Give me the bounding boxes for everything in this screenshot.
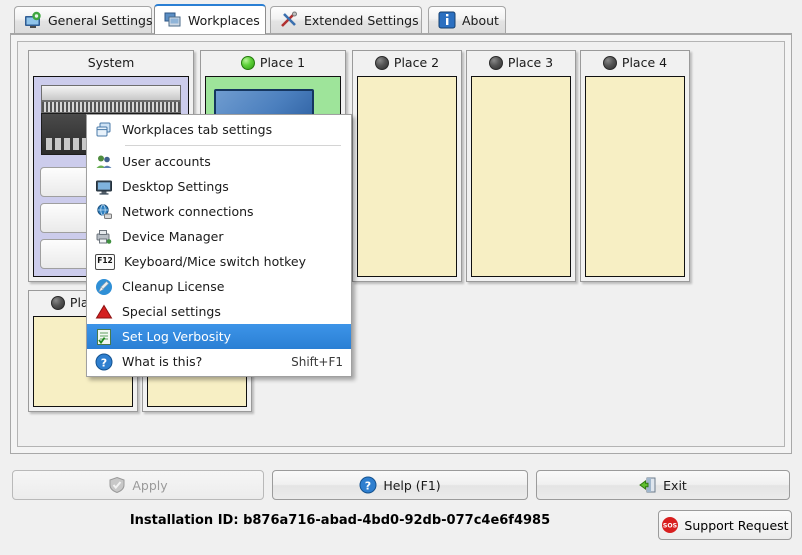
workplace-body <box>357 76 457 277</box>
tab-extended-settings[interactable]: Extended Settings <box>270 6 422 33</box>
menu-item-label: User accounts <box>122 154 343 169</box>
help-icon: ? <box>95 353 113 371</box>
checklist-icon <box>95 328 113 346</box>
menu-item-label: Cleanup License <box>122 279 343 294</box>
f12-key-icon: F12 <box>95 254 115 270</box>
status-led-off <box>51 296 65 310</box>
menu-item-label: Device Manager <box>122 229 343 244</box>
printer-device-icon <box>95 228 113 246</box>
menu-item-label: Keyboard/Mice switch hotkey <box>124 254 343 269</box>
menu-item-network-connections[interactable]: Network connections <box>87 199 351 224</box>
workplace-title: Place 1 <box>201 51 345 75</box>
exit-button[interactable]: Exit <box>536 470 790 500</box>
menu-item-user-accounts[interactable]: User accounts <box>87 149 351 174</box>
context-menu[interactable]: Workplaces tab settings User accounts De… <box>86 114 352 377</box>
menu-item-label: Workplaces tab settings <box>122 122 343 137</box>
status-led-off <box>375 56 389 70</box>
menu-item-label: Set Log Verbosity <box>122 329 343 344</box>
installation-id: Installation ID: b876a716-abad-4bd0-92db… <box>0 513 680 528</box>
workplace-body <box>471 76 571 277</box>
workplace-title-label: Place 1 <box>260 51 305 75</box>
support-request-button[interactable]: SOS Support Request <box>658 510 792 540</box>
menu-item-device-manager[interactable]: Device Manager <box>87 224 351 249</box>
apply-label: Apply <box>132 478 167 493</box>
menu-item-label: Network connections <box>122 204 343 219</box>
workplace-title-label: System <box>88 51 135 75</box>
menu-item-what-is-this[interactable]: ? What is this? Shift+F1 <box>87 349 351 374</box>
status-led-off <box>603 56 617 70</box>
menu-item-special-settings[interactable]: Special settings <box>87 299 351 324</box>
menu-item-workplaces-tab-settings[interactable]: Workplaces tab settings <box>87 117 351 142</box>
workplace-title: Place 3 <box>467 51 575 75</box>
menu-item-label: What is this? <box>122 354 282 369</box>
tab-label: Extended Settings <box>304 13 419 28</box>
svg-text:SOS: SOS <box>663 523 677 530</box>
gear-monitor-icon <box>24 11 42 29</box>
help-icon: ? <box>359 476 377 494</box>
info-icon <box>438 11 456 29</box>
workplace-title-label: Place 2 <box>394 51 439 75</box>
svg-text:?: ? <box>101 356 107 369</box>
tab-label: General Settings <box>48 13 153 28</box>
menu-item-shortcut: Shift+F1 <box>291 355 343 369</box>
help-button[interactable]: ? Help (F1) <box>272 470 528 500</box>
workplace-place-2[interactable]: Place 2 <box>352 50 462 282</box>
exit-door-icon <box>639 476 657 494</box>
workplace-place-3[interactable]: Place 3 <box>466 50 576 282</box>
help-label: Help (F1) <box>383 478 440 493</box>
workplace-title-label: Place 3 <box>508 51 553 75</box>
menu-item-label: Desktop Settings <box>122 179 343 194</box>
workplace-body <box>585 76 685 277</box>
support-request-label: Support Request <box>684 518 788 533</box>
tab-general-settings[interactable]: General Settings <box>14 6 152 33</box>
menu-item-desktop-settings[interactable]: Desktop Settings <box>87 174 351 199</box>
exit-label: Exit <box>663 478 687 493</box>
broom-icon <box>95 278 113 296</box>
tab-label: About <box>462 13 499 28</box>
tab-bar: General Settings Workplaces Extended Set… <box>0 0 802 34</box>
desktop-icon <box>95 178 113 196</box>
svg-text:?: ? <box>365 479 371 492</box>
users-icon <box>95 153 113 171</box>
menu-item-keyboard-mice-switch-hotkey[interactable]: F12 Keyboard/Mice switch hotkey <box>87 249 351 274</box>
sos-icon: SOS <box>661 516 679 534</box>
status-led-on <box>241 56 255 70</box>
shield-icon <box>108 476 126 494</box>
tab-workplaces[interactable]: Workplaces <box>154 4 266 34</box>
menu-item-set-log-verbosity[interactable]: Set Log Verbosity <box>87 324 351 349</box>
menu-separator <box>125 145 341 146</box>
windows-copy-icon <box>95 121 113 139</box>
screens-icon <box>164 11 182 29</box>
warning-triangle-icon <box>95 303 113 321</box>
menu-item-cleanup-license[interactable]: Cleanup License <box>87 274 351 299</box>
tools-icon <box>280 11 298 29</box>
workplace-title-label: Place 4 <box>622 51 667 75</box>
workplace-title: Place 2 <box>353 51 461 75</box>
tab-about[interactable]: About <box>428 6 506 33</box>
status-led-off <box>489 56 503 70</box>
workplace-title: Place 4 <box>581 51 689 75</box>
tab-label: Workplaces <box>188 13 260 28</box>
menu-item-label: Special settings <box>122 304 343 319</box>
workplace-place-4[interactable]: Place 4 <box>580 50 690 282</box>
workplace-title: System <box>29 51 193 75</box>
apply-button[interactable]: Apply <box>12 470 264 500</box>
network-globe-icon <box>95 203 113 221</box>
